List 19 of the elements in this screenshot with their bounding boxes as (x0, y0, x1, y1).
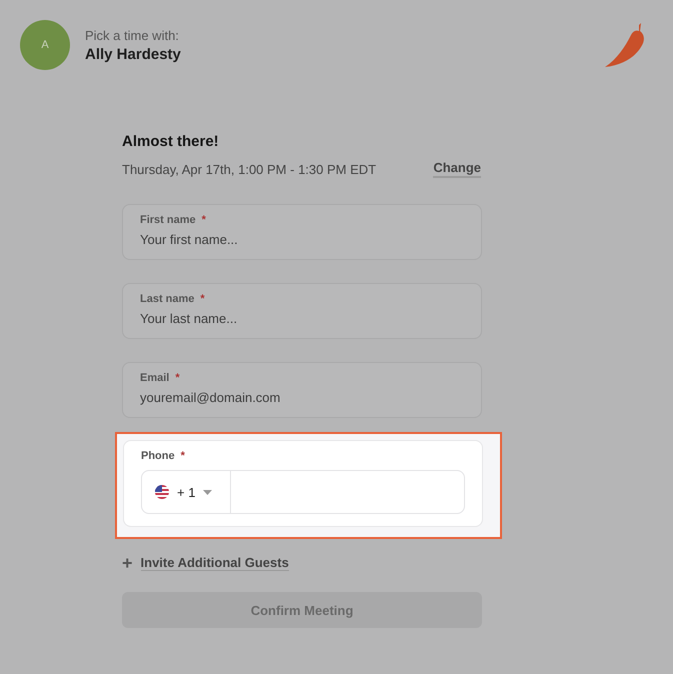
field-label: Last name * (140, 293, 206, 305)
invite-guests-link[interactable]: + Invite Additional Guests (122, 554, 482, 572)
change-link[interactable]: Change (433, 160, 481, 178)
flag-icon (155, 485, 169, 499)
input-field[interactable]: Your last name... (140, 311, 464, 326)
field-label: Email * (140, 372, 181, 384)
input-field[interactable]: Your first name... (140, 232, 464, 247)
host-name: Ally Hardesty (85, 46, 182, 62)
caret-icon (203, 490, 212, 494)
subtitle: Pick a time with: (85, 28, 180, 42)
phone-field[interactable]: + 1 (141, 470, 465, 514)
field-label: First name * (140, 214, 207, 226)
form-title: Almost there! (122, 133, 220, 150)
country-select[interactable]: + 1 (142, 471, 231, 513)
input-field[interactable]: youremail@domain.com (140, 390, 464, 405)
meeting-time: Thursday, Apr 17th, 1:00 PM - 1:30 PM EDT (122, 162, 376, 176)
avatar: A (20, 20, 70, 70)
chili-pepper-icon (603, 21, 647, 69)
field-label: Phone * (141, 450, 186, 462)
